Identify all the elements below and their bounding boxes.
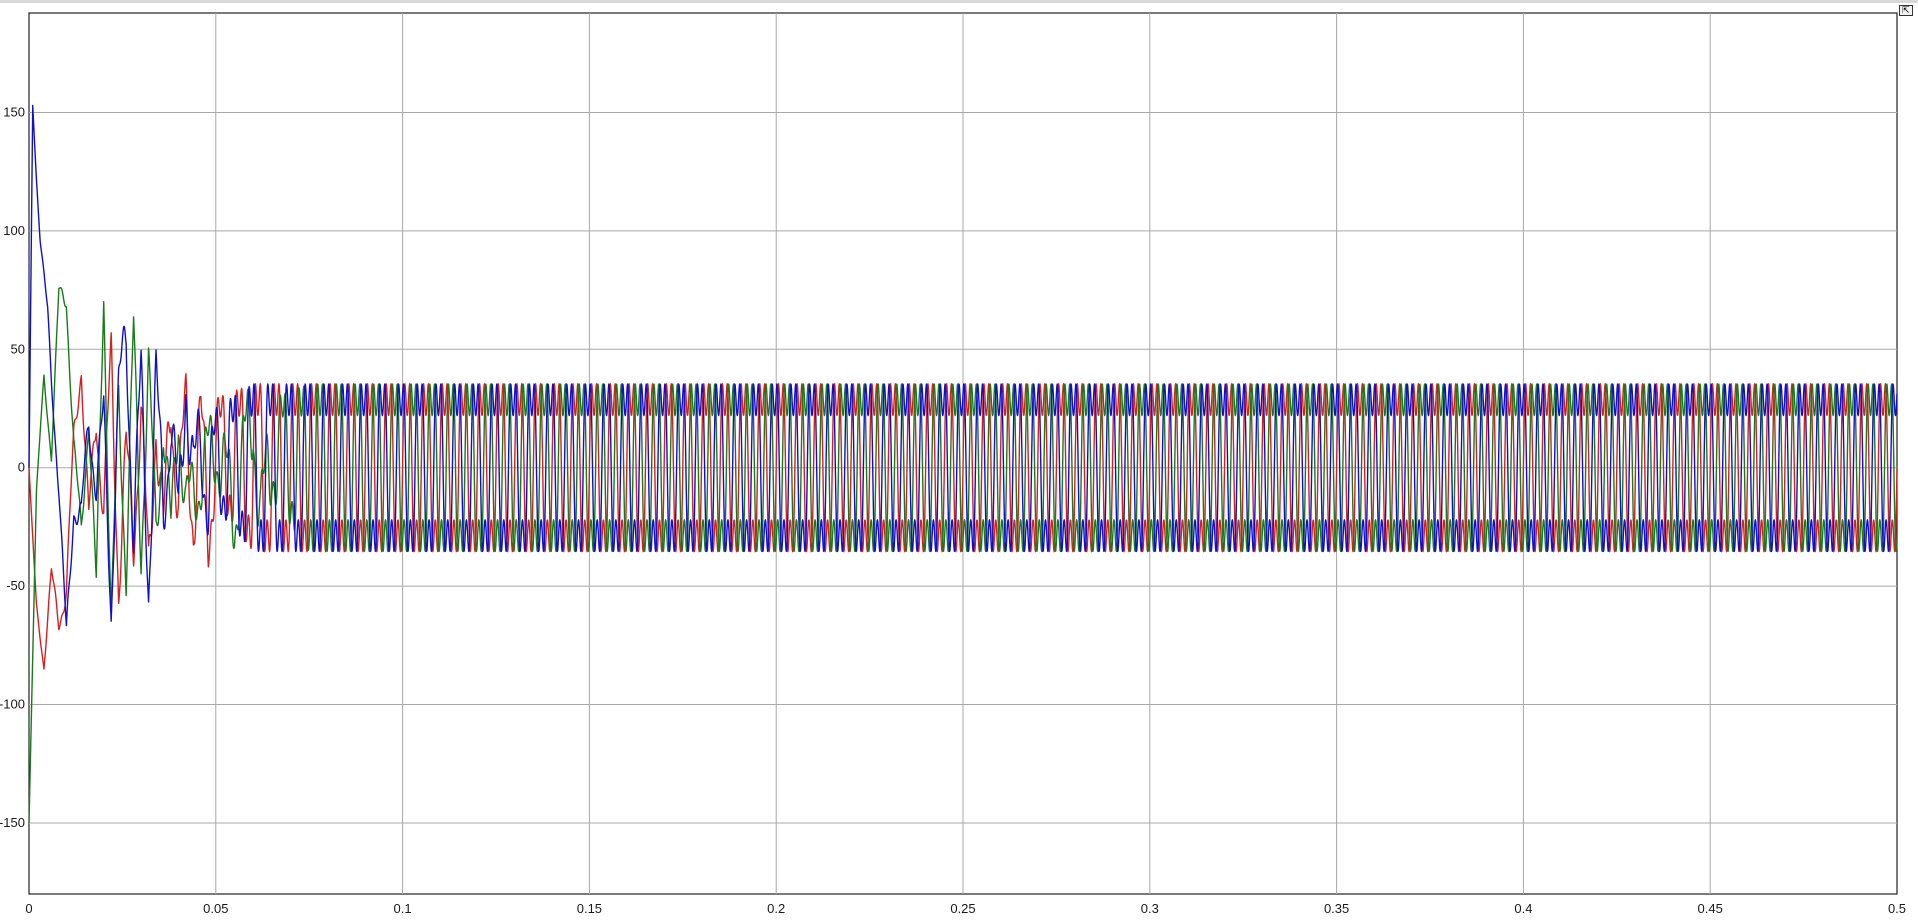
x-tick-label: 0.35 <box>1324 901 1349 916</box>
x-tick-label: 0.05 <box>203 901 228 916</box>
x-tick-label: 0.45 <box>1698 901 1723 916</box>
y-tick-label: -50 <box>6 578 25 593</box>
x-tick-label: 0.25 <box>950 901 975 916</box>
y-tick-label: 50 <box>11 341 25 356</box>
x-tick-label: 0.2 <box>767 901 785 916</box>
y-tick-label: 150 <box>3 104 25 119</box>
y-tick-label: 0 <box>18 460 25 475</box>
x-tick-label: 0 <box>25 901 32 916</box>
y-tick-label: -150 <box>0 815 25 830</box>
scope-plot[interactable]: 0 0.05 0.1 0.15 0.2 0.25 0.3 0.35 0.4 0.45 0.5 150 1… <box>0 0 1918 922</box>
x-tick-label: 0.1 <box>394 901 412 916</box>
x-tick-label: 0.5 <box>1888 901 1906 916</box>
x-tick-label: 0.3 <box>1141 901 1159 916</box>
y-tick-label: 100 <box>3 223 25 238</box>
x-tick-label: 0.4 <box>1514 901 1532 916</box>
x-tick-label: 0.15 <box>577 901 602 916</box>
y-tick-label: -100 <box>0 697 25 712</box>
